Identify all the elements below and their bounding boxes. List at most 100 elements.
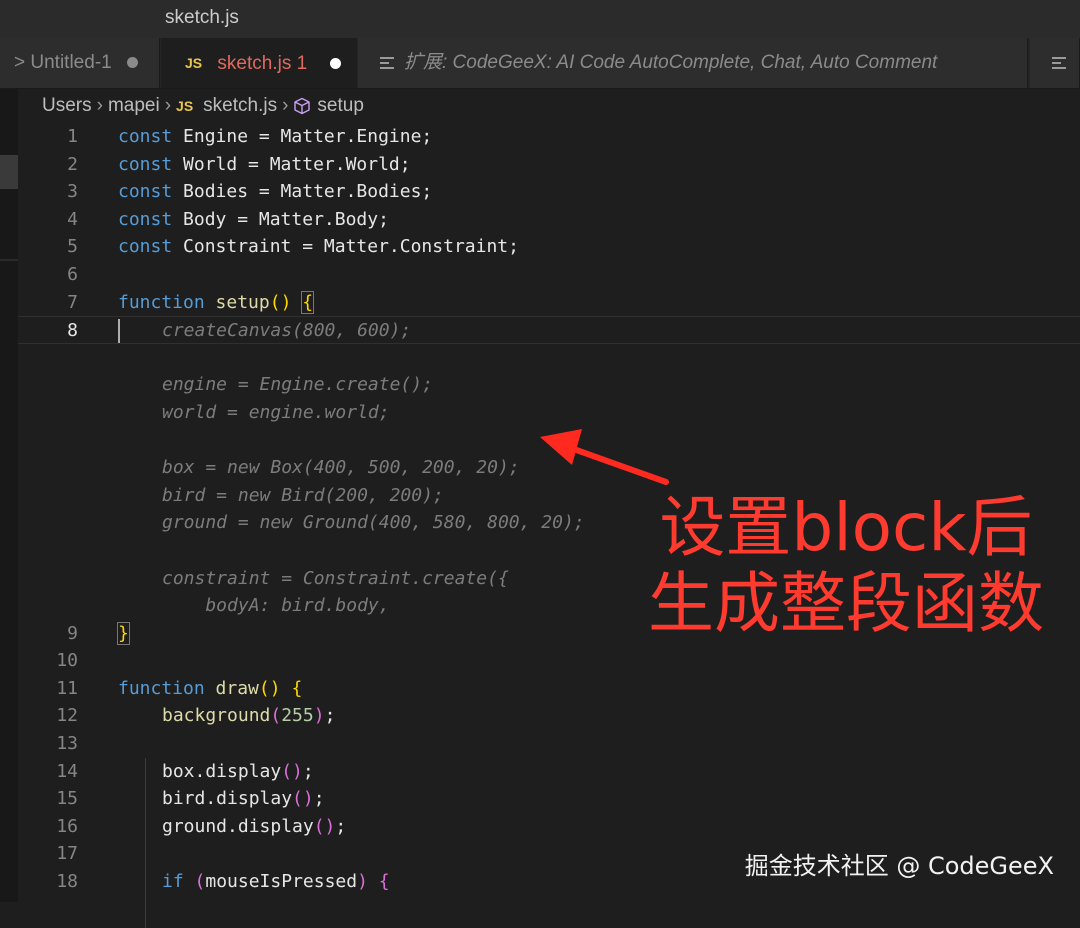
code-line[interactable]: 7 function setup() { (18, 289, 1080, 317)
chevron-right-icon: › (282, 95, 289, 116)
unsaved-dot-icon[interactable] (127, 57, 138, 69)
line-number: 17 (56, 843, 78, 865)
line-number: 8 (67, 320, 78, 342)
matched-brace-token: { (301, 290, 315, 314)
code-text: Constraint = Matter.Constraint; (172, 236, 519, 258)
annotation-line-2: 生成整段函数 (648, 565, 1044, 642)
tab-label: sketch.js (217, 53, 292, 74)
chevron-right-icon: › (96, 95, 103, 116)
number-token: 255 (281, 705, 314, 727)
unsaved-dot-icon[interactable] (330, 58, 342, 70)
breadcrumb-setup[interactable]: setup (317, 95, 363, 116)
line-number: 9 (67, 622, 78, 644)
code-line[interactable]: 5 const Constraint = Matter.Constraint; (18, 233, 1080, 261)
ghost-suggestion-text: world = engine.world; (162, 401, 390, 423)
line-number: 16 (56, 815, 78, 837)
code-line[interactable]: 10 (18, 647, 1080, 675)
paren-token: ) (313, 705, 325, 727)
paren-token: () (292, 788, 314, 810)
brace-token: { (291, 677, 303, 699)
code-text: Engine = Matter.Engine; (172, 126, 433, 147)
brace-token: { (378, 871, 390, 893)
breadcrumb-mapei[interactable]: mapei (108, 95, 160, 116)
ghost-suggestion-text: ground = new Ground(400, 580, 800, 20); (162, 512, 585, 534)
code-line[interactable]: 3 const Bodies = Matter.Bodies; (18, 178, 1080, 206)
keyword-token: const (118, 181, 173, 203)
code-line[interactable]: 4 const Body = Matter.Body; (18, 206, 1080, 234)
paren-token: () (313, 815, 336, 837)
preview-lines-icon (380, 54, 394, 72)
code-line[interactable]: 16 ground.display(); (18, 813, 1080, 841)
function-name-token: draw (215, 677, 259, 699)
javascript-file-icon: JS (185, 55, 203, 71)
line-number: 7 (67, 291, 78, 313)
code-text: Body = Matter.Body; (172, 208, 389, 230)
side-panel-divider (0, 259, 18, 261)
paren-token: () (281, 760, 303, 782)
code-text: mouseIsPressed (205, 871, 358, 893)
annotation-line-1: 设置block后 (659, 489, 1033, 566)
paren-token: () (258, 677, 281, 699)
line-number: 11 (56, 677, 78, 699)
tab-label: 扩展: CodeGeeX: AI Code AutoComplete, Chat… (404, 52, 938, 73)
chevron-right-icon: › (164, 95, 172, 116)
code-line[interactable]: 11 function draw() { (18, 675, 1080, 703)
line-number: 6 (67, 263, 78, 285)
line-number: 12 (56, 705, 78, 727)
paren-token: ( (194, 871, 206, 893)
tab-sketch-js[interactable]: JS sketch.js 1 (161, 38, 357, 88)
tab-untitled-1[interactable]: > Untitled-1 (0, 38, 160, 88)
code-line[interactable]: 12 background(255); (18, 702, 1080, 730)
problem-count-badge: 1 (296, 53, 308, 74)
keyword-token: const (118, 153, 173, 175)
code-text: ground.display (162, 815, 314, 837)
code-line[interactable]: 6 (18, 261, 1080, 289)
keyword-token: const (118, 208, 173, 230)
code-line-current[interactable]: 8 createCanvas(800, 600); (18, 316, 1080, 344)
function-name-token: setup (215, 291, 270, 313)
watermark: 掘金技术社区 @ CodeGeeX (744, 852, 1054, 880)
code-line[interactable]: 13 (18, 730, 1080, 758)
code-text: ; (302, 760, 314, 782)
tab-extension-codegeex[interactable]: 扩展: CodeGeeX: AI Code AutoComplete, Chat… (358, 38, 1028, 88)
keyword-token: const (118, 126, 173, 147)
line-number: 1 (67, 126, 78, 147)
breadcrumb-users[interactable]: Users (42, 95, 92, 116)
tab-label: Untitled-1 (30, 52, 112, 73)
annotation-callout: 设置block后 生成整段函数 (626, 490, 1066, 642)
preview-lines-icon (1052, 54, 1066, 72)
code-text: World = Matter.World; (172, 153, 411, 175)
side-panel-selected-item[interactable] (0, 155, 18, 189)
paren-token: ) (357, 871, 368, 893)
code-text: Bodies = Matter.Bodies; (172, 181, 433, 203)
line-number: 18 (56, 871, 78, 893)
ghost-suggestion-text: createCanvas(800, 600); (162, 320, 412, 342)
tab-overflow[interactable] (1030, 38, 1080, 88)
window-titlebar: sketch.js (0, 0, 1080, 38)
paren-token: ( (270, 705, 282, 727)
paren-token: () (269, 291, 292, 313)
keyword-token: const (118, 236, 173, 258)
ghost-suggestion-text: constraint = Constraint.create({ (162, 567, 509, 589)
code-line[interactable]: 15 bird.display(); (18, 785, 1080, 813)
code-text: bird.display (162, 788, 293, 810)
ghost-suggestion-text: bird = new Bird(200, 200); (162, 484, 444, 506)
line-number: 5 (67, 236, 78, 258)
line-number: 2 (67, 153, 78, 175)
text-cursor (118, 319, 120, 344)
code-text: ; (324, 705, 336, 727)
javascript-file-icon: JS (176, 98, 194, 114)
keyword-token: if (162, 871, 184, 893)
breadcrumb-sketch-js[interactable]: sketch.js (203, 95, 277, 116)
code-line[interactable]: 1 const Engine = Matter.Engine; (18, 123, 1080, 151)
ghost-suggestion-text: bodyA: bird.body, (162, 595, 390, 617)
ghost-suggestion-text: engine = Engine.create(); (162, 374, 433, 396)
code-line[interactable]: 2 const World = Matter.World; (18, 151, 1080, 179)
breadcrumb: Users › mapei › JS sketch.js › setup (42, 95, 364, 123)
ghost-suggestion-text: box = new Box(400, 500, 200, 20); (162, 457, 520, 479)
tab-overflow-chevron-icon[interactable]: > (14, 52, 25, 73)
code-text: box.display (162, 760, 282, 782)
function-call-token: background (162, 705, 271, 727)
code-line[interactable]: 14 box.display(); (18, 758, 1080, 786)
keyword-token: function (118, 291, 205, 313)
